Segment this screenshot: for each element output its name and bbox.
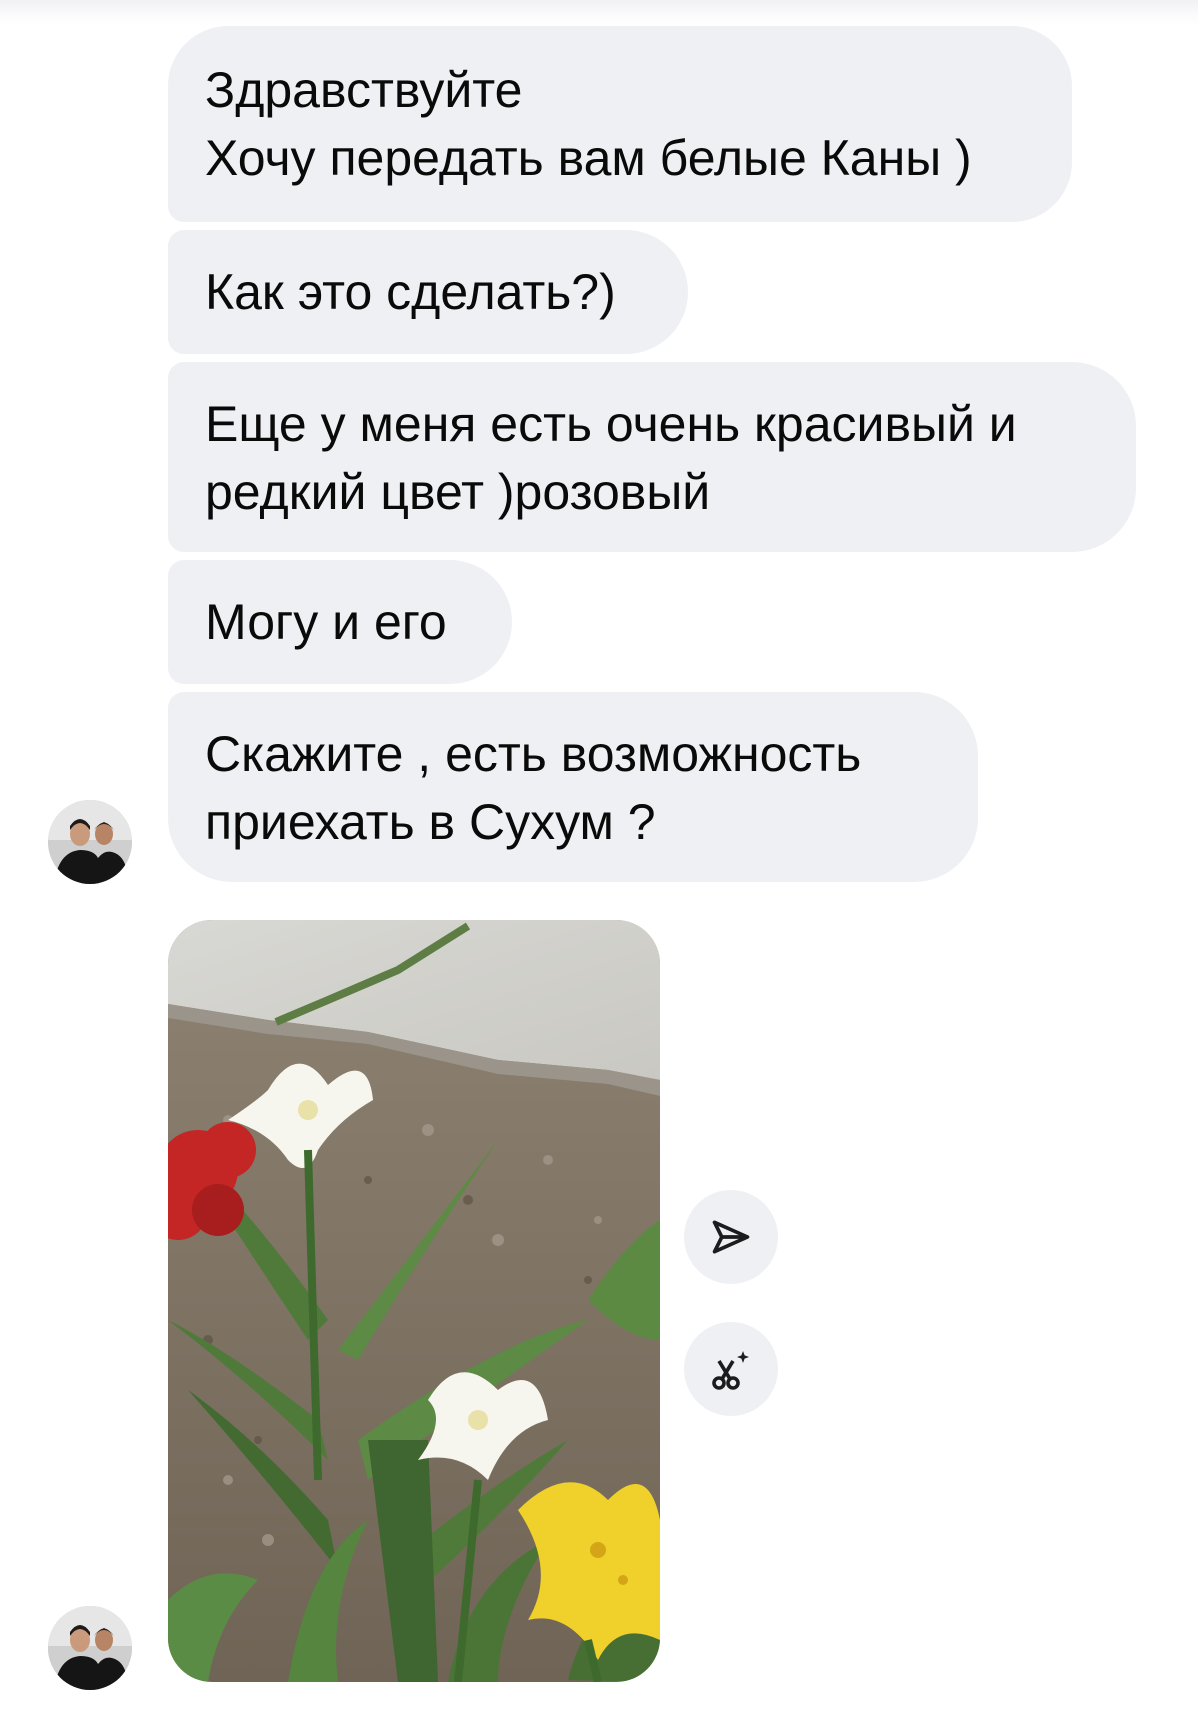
message-bubble[interactable]: Здравствуйте Хочу передать вам белые Кан… [168,26,1072,222]
message-text: Как это сделать?) [205,264,616,320]
message-text: редкий цвет )розовый [205,464,711,520]
flower-photo-icon [168,920,660,1682]
avatar-photo-icon [48,800,132,884]
message-text: Скажите , есть возможность [205,726,862,782]
sparkle-scissors-icon [712,1351,749,1390]
avatar[interactable] [48,800,132,884]
share-button[interactable] [684,1190,778,1284]
message-text: Хочу передать вам белые Каны ) [205,130,972,186]
message-text: Здравствуйте [205,62,523,118]
message-bubble[interactable]: Еще у меня есть очень красивый и редкий … [168,362,1136,552]
avatar[interactable] [48,1606,132,1690]
avatar-photo-icon [48,1606,132,1690]
message-text: приехать в Сухум ? [205,794,656,850]
photo-message[interactable] [168,920,660,1682]
message-bubble[interactable]: Могу и его [168,560,512,684]
message-text: Еще у меня есть очень красивый и [205,396,1017,452]
message-bubble[interactable]: Как это сделать?) [168,230,688,354]
ai-edit-button[interactable] [684,1322,778,1416]
message-text: Могу и его [205,594,447,650]
send-icon [712,1220,750,1254]
top-fade [0,0,1198,26]
message-bubble[interactable]: Скажите , есть возможность приехать в Су… [168,692,978,882]
